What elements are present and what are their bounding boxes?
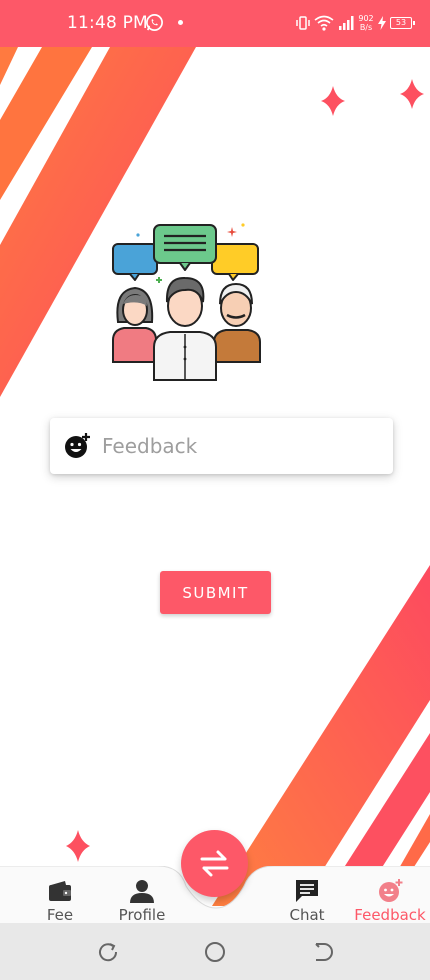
sparkle-1 <box>321 86 345 116</box>
feedback-input[interactable] <box>102 426 382 466</box>
add-emoji-icon <box>65 433 90 458</box>
net-speed: 902 B/s <box>358 14 374 32</box>
status-bar: 11:48 PM 902 B/s 53 <box>0 0 430 47</box>
nav-item-profile[interactable]: Profile <box>112 878 172 924</box>
system-navigation-bar <box>0 923 430 980</box>
status-time: 11:48 PM <box>67 13 148 33</box>
person-icon <box>130 880 154 903</box>
swap-arrows-icon <box>200 850 229 877</box>
nav-item-fee[interactable]: Fee <box>40 878 80 924</box>
recent-apps-icon[interactable] <box>96 940 120 964</box>
back-icon[interactable] <box>310 940 334 964</box>
sparkle-2 <box>400 79 424 109</box>
nav-item-chat[interactable]: Chat <box>285 878 329 924</box>
vibrate-icon <box>296 16 310 30</box>
wallet-icon <box>49 881 71 901</box>
feedback-people-illustration <box>112 223 261 381</box>
nav-item-feedback[interactable]: Feedback <box>350 878 430 924</box>
submit-button[interactable]: SUBMIT <box>160 571 271 614</box>
signal-icon <box>339 16 354 30</box>
notification-dot <box>178 20 183 25</box>
status-icons: 902 B/s 53 <box>296 11 415 35</box>
chat-icon <box>296 880 318 902</box>
whatsapp-icon <box>146 14 163 31</box>
add-emoji-icon <box>379 879 403 902</box>
wifi-icon <box>314 15 334 31</box>
sparkle-3 <box>66 830 90 862</box>
charging-icon <box>378 16 386 30</box>
swap-action-button[interactable] <box>181 830 248 897</box>
home-icon[interactable] <box>203 940 227 964</box>
battery-icon: 53 <box>390 17 415 29</box>
feedback-input-card <box>50 418 393 474</box>
top-stripe-1 <box>0 47 18 85</box>
